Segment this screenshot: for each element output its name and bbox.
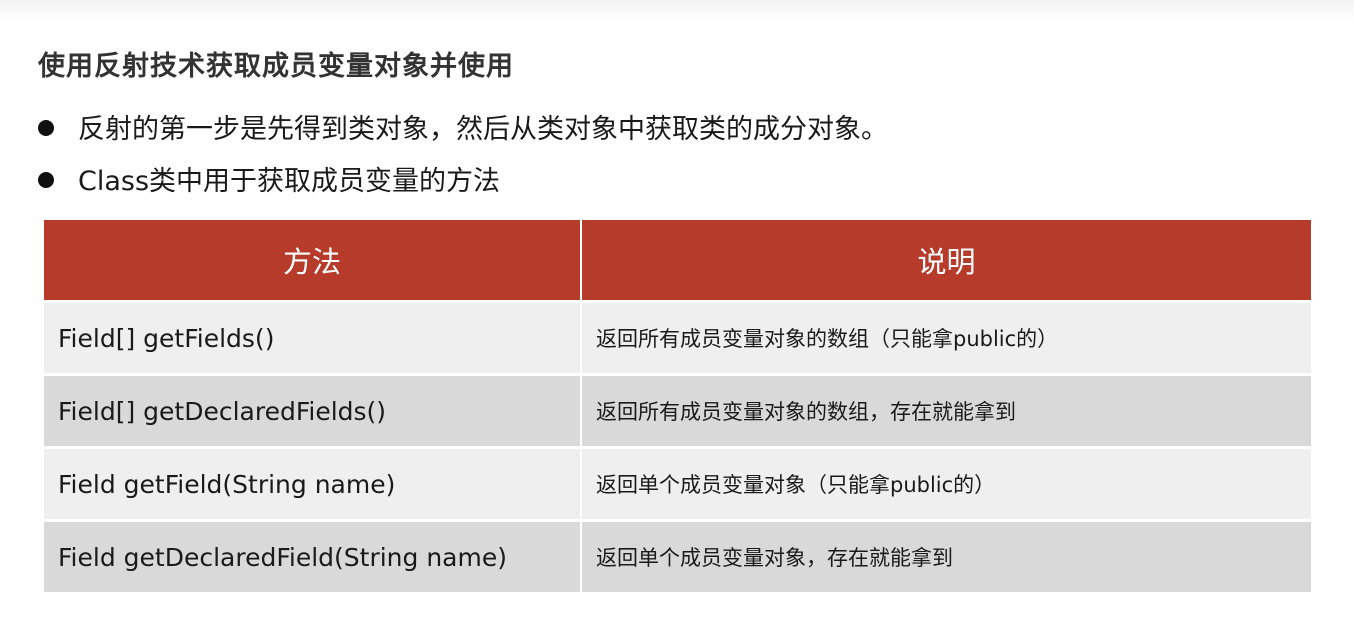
- method-cell: Field getField(String name): [44, 446, 582, 521]
- bullet-text: Class类中用于获取成员变量的方法: [78, 166, 501, 197]
- top-shade: [0, 0, 1354, 22]
- header-description: 说明: [581, 220, 1311, 302]
- header-method: 方法: [44, 220, 582, 302]
- slide-title: 使用反射技术获取成员变量对象并使用: [38, 51, 514, 82]
- table-header-row: 方法 说明: [44, 220, 1311, 302]
- table-row: Field[] getDeclaredFields() 返回所有成员变量对象的数…: [44, 373, 1311, 448]
- bullet-dot-icon: [38, 119, 54, 136]
- table-row: Field getDeclaredField(String name) 返回单个…: [44, 519, 1311, 592]
- method-cell: Field getDeclaredField(String name): [44, 519, 582, 592]
- bullet-dot-icon: [38, 171, 54, 188]
- description-cell: 返回单个成员变量对象（只能拿public的）: [581, 446, 1311, 521]
- description-cell: 返回单个成员变量对象，存在就能拿到: [581, 519, 1311, 592]
- method-cell: Field[] getDeclaredFields(): [44, 373, 582, 448]
- bullet-item: Class类中用于获取成员变量的方法: [38, 160, 888, 212]
- bullet-item: 反射的第一步是先得到类对象，然后从类对象中获取类的成分对象。: [38, 108, 888, 160]
- table-row: Field[] getFields() 返回所有成员变量对象的数组（只能拿pub…: [44, 300, 1311, 375]
- bullet-list: 反射的第一步是先得到类对象，然后从类对象中获取类的成分对象。 Class类中用于…: [38, 108, 888, 212]
- description-cell: 返回所有成员变量对象的数组（只能拿public的）: [581, 300, 1311, 375]
- method-cell: Field[] getFields(): [44, 300, 582, 375]
- description-cell: 返回所有成员变量对象的数组，存在就能拿到: [581, 373, 1311, 448]
- methods-table: 方法 说明 Field[] getFields() 返回所有成员变量对象的数组（…: [44, 220, 1311, 592]
- bullet-text: 反射的第一步是先得到类对象，然后从类对象中获取类的成分对象。: [78, 114, 888, 145]
- table-row: Field getField(String name) 返回单个成员变量对象（只…: [44, 446, 1311, 521]
